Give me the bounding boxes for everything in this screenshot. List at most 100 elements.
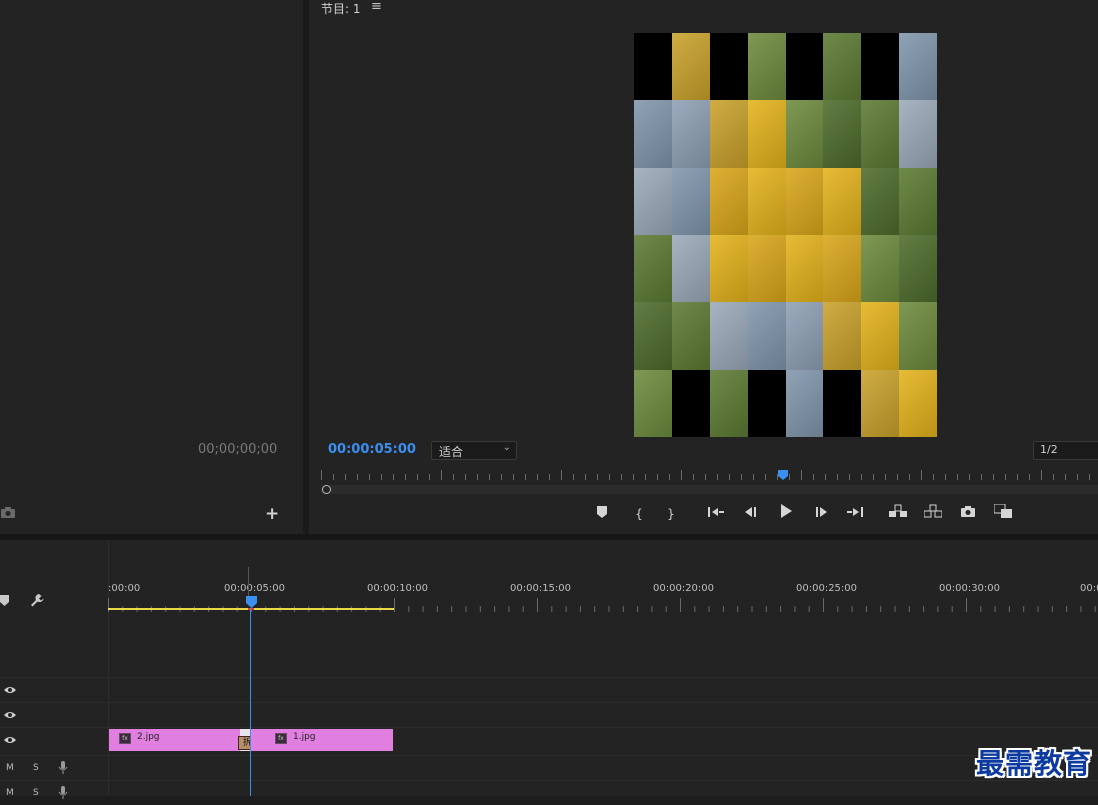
frame-tile bbox=[899, 235, 937, 303]
eye-icon[interactable] bbox=[3, 733, 17, 747]
timeline-clip[interactable]: fx 2.jpg 拆分 bbox=[109, 729, 266, 751]
frame-tile bbox=[899, 167, 937, 236]
render-bar-unrendered bbox=[248, 608, 254, 610]
frame-tile bbox=[861, 100, 900, 169]
playhead-top-line bbox=[248, 567, 249, 599]
frame-tile bbox=[899, 33, 937, 101]
clip-name: 2.jpg bbox=[137, 732, 160, 742]
frame-tile bbox=[747, 100, 786, 169]
timecode-label: :00:00 bbox=[108, 583, 141, 594]
eye-icon[interactable] bbox=[3, 708, 17, 722]
frame-tile bbox=[785, 369, 824, 437]
timecode-label: 00:00:20:00 bbox=[653, 583, 715, 594]
add-marker-icon[interactable] bbox=[0, 595, 9, 609]
track-row-a1: M S bbox=[0, 755, 1098, 780]
plus-icon[interactable]: + bbox=[265, 504, 279, 524]
zoom-scroll-handle[interactable] bbox=[322, 485, 331, 494]
microphone-icon[interactable] bbox=[58, 786, 68, 800]
go-to-in-icon[interactable] bbox=[705, 504, 727, 524]
playhead-line[interactable] bbox=[250, 608, 251, 796]
go-to-out-icon[interactable] bbox=[844, 504, 866, 524]
frame-tile bbox=[861, 302, 900, 371]
frame-tile bbox=[709, 33, 748, 101]
hamburger-menu-icon[interactable]: ≡ bbox=[371, 0, 382, 14]
frame-tile bbox=[899, 302, 937, 371]
wrench-icon[interactable] bbox=[30, 593, 44, 611]
program-monitor-panel: 节目: 1 ≡ 00:00:05:00 适合 ⌄ 1/2 { } bbox=[309, 0, 1098, 534]
frame-tile bbox=[861, 33, 900, 101]
frame-tile bbox=[671, 302, 710, 371]
timecode-label: 00:00:05:00 bbox=[224, 583, 286, 594]
frame-tile bbox=[634, 100, 672, 169]
watermark-logo: 最需教育 bbox=[975, 747, 1092, 780]
add-marker-icon[interactable] bbox=[591, 504, 613, 524]
program-video-frame bbox=[634, 33, 937, 437]
program-timecode[interactable]: 00:00:05:00 bbox=[328, 442, 416, 457]
frame-tile bbox=[634, 369, 672, 437]
fx-badge-icon: fx bbox=[119, 733, 131, 744]
frame-tile bbox=[634, 167, 672, 236]
frame-tile bbox=[709, 235, 748, 303]
mute-toggle[interactable]: M bbox=[6, 763, 14, 773]
program-playhead-marker[interactable] bbox=[778, 470, 788, 480]
play-icon[interactable] bbox=[775, 504, 797, 524]
track-row-v3 bbox=[0, 677, 1098, 702]
fit-zoom-label: 适合 bbox=[439, 445, 464, 459]
frame-tile bbox=[671, 369, 710, 437]
frame-tile bbox=[823, 167, 862, 236]
playhead-marker[interactable] bbox=[246, 596, 257, 608]
frame-tile bbox=[709, 369, 748, 437]
source-timecode[interactable]: 00;00;00;00 bbox=[198, 442, 277, 457]
timecode-label: 00:00:10:00 bbox=[367, 583, 429, 594]
source-monitor-panel: 00;00;00;00 + bbox=[0, 0, 303, 534]
camera-icon[interactable] bbox=[0, 506, 16, 522]
step-forward-icon[interactable] bbox=[811, 504, 833, 524]
eye-icon[interactable] bbox=[3, 683, 17, 697]
frame-tile bbox=[785, 302, 824, 371]
track-row-v1: fx 2.jpg 拆分 fx 1.jpg bbox=[0, 727, 1098, 752]
export-frame-icon[interactable] bbox=[957, 504, 979, 524]
fit-zoom-select[interactable]: 适合 ⌄ bbox=[431, 441, 517, 460]
frame-tile bbox=[671, 100, 710, 169]
fx-badge-icon: fx bbox=[275, 733, 287, 744]
frame-tile bbox=[899, 100, 937, 169]
timecode-label: 00:00:25:00 bbox=[796, 583, 858, 594]
extract-icon[interactable] bbox=[922, 504, 944, 524]
mark-out-icon[interactable]: } bbox=[660, 504, 682, 524]
frame-tile bbox=[785, 167, 824, 236]
frame-tile bbox=[709, 302, 748, 371]
step-back-icon[interactable] bbox=[739, 504, 761, 524]
program-mini-ruler[interactable] bbox=[321, 470, 1098, 484]
frame-tile bbox=[823, 235, 862, 303]
frame-tile bbox=[634, 235, 672, 303]
program-scrub-bar[interactable] bbox=[321, 485, 1098, 494]
solo-toggle[interactable]: S bbox=[33, 788, 39, 798]
frame-tile bbox=[823, 369, 862, 437]
frame-tile bbox=[671, 33, 710, 101]
clip-name: 1.jpg bbox=[293, 732, 316, 742]
frame-tile bbox=[823, 100, 862, 169]
frame-tile bbox=[785, 33, 824, 101]
playback-resolution-select[interactable]: 1/2 bbox=[1033, 441, 1098, 460]
timecode-label: 00:00:15:00 bbox=[510, 583, 572, 594]
resolution-label: 1/2 bbox=[1040, 443, 1058, 456]
frame-tile bbox=[861, 235, 900, 303]
mark-in-icon[interactable]: { bbox=[628, 504, 650, 524]
timeline-clip[interactable]: fx 1.jpg bbox=[251, 729, 393, 751]
program-monitor-title[interactable]: 节目: 1 bbox=[321, 0, 361, 17]
frame-tile bbox=[709, 100, 748, 169]
frame-tile bbox=[671, 235, 710, 303]
frame-tile bbox=[634, 33, 672, 101]
track-row-v2 bbox=[0, 702, 1098, 727]
solo-toggle[interactable]: S bbox=[33, 763, 39, 773]
frame-tile bbox=[747, 302, 786, 371]
mute-toggle[interactable]: M bbox=[6, 788, 14, 798]
timeline-panel: :00:00 00:00:05:00 00:00:10:00 00:00:15:00 0… bbox=[0, 540, 1098, 799]
compare-view-icon[interactable] bbox=[992, 503, 1014, 524]
lift-icon[interactable] bbox=[887, 504, 909, 524]
frame-tile bbox=[823, 33, 862, 101]
microphone-icon[interactable] bbox=[58, 761, 68, 775]
frame-tile bbox=[634, 302, 672, 371]
timecode-label: 00:00:30:00 bbox=[939, 583, 1001, 594]
timecode-label: 00:0 bbox=[1080, 583, 1098, 594]
